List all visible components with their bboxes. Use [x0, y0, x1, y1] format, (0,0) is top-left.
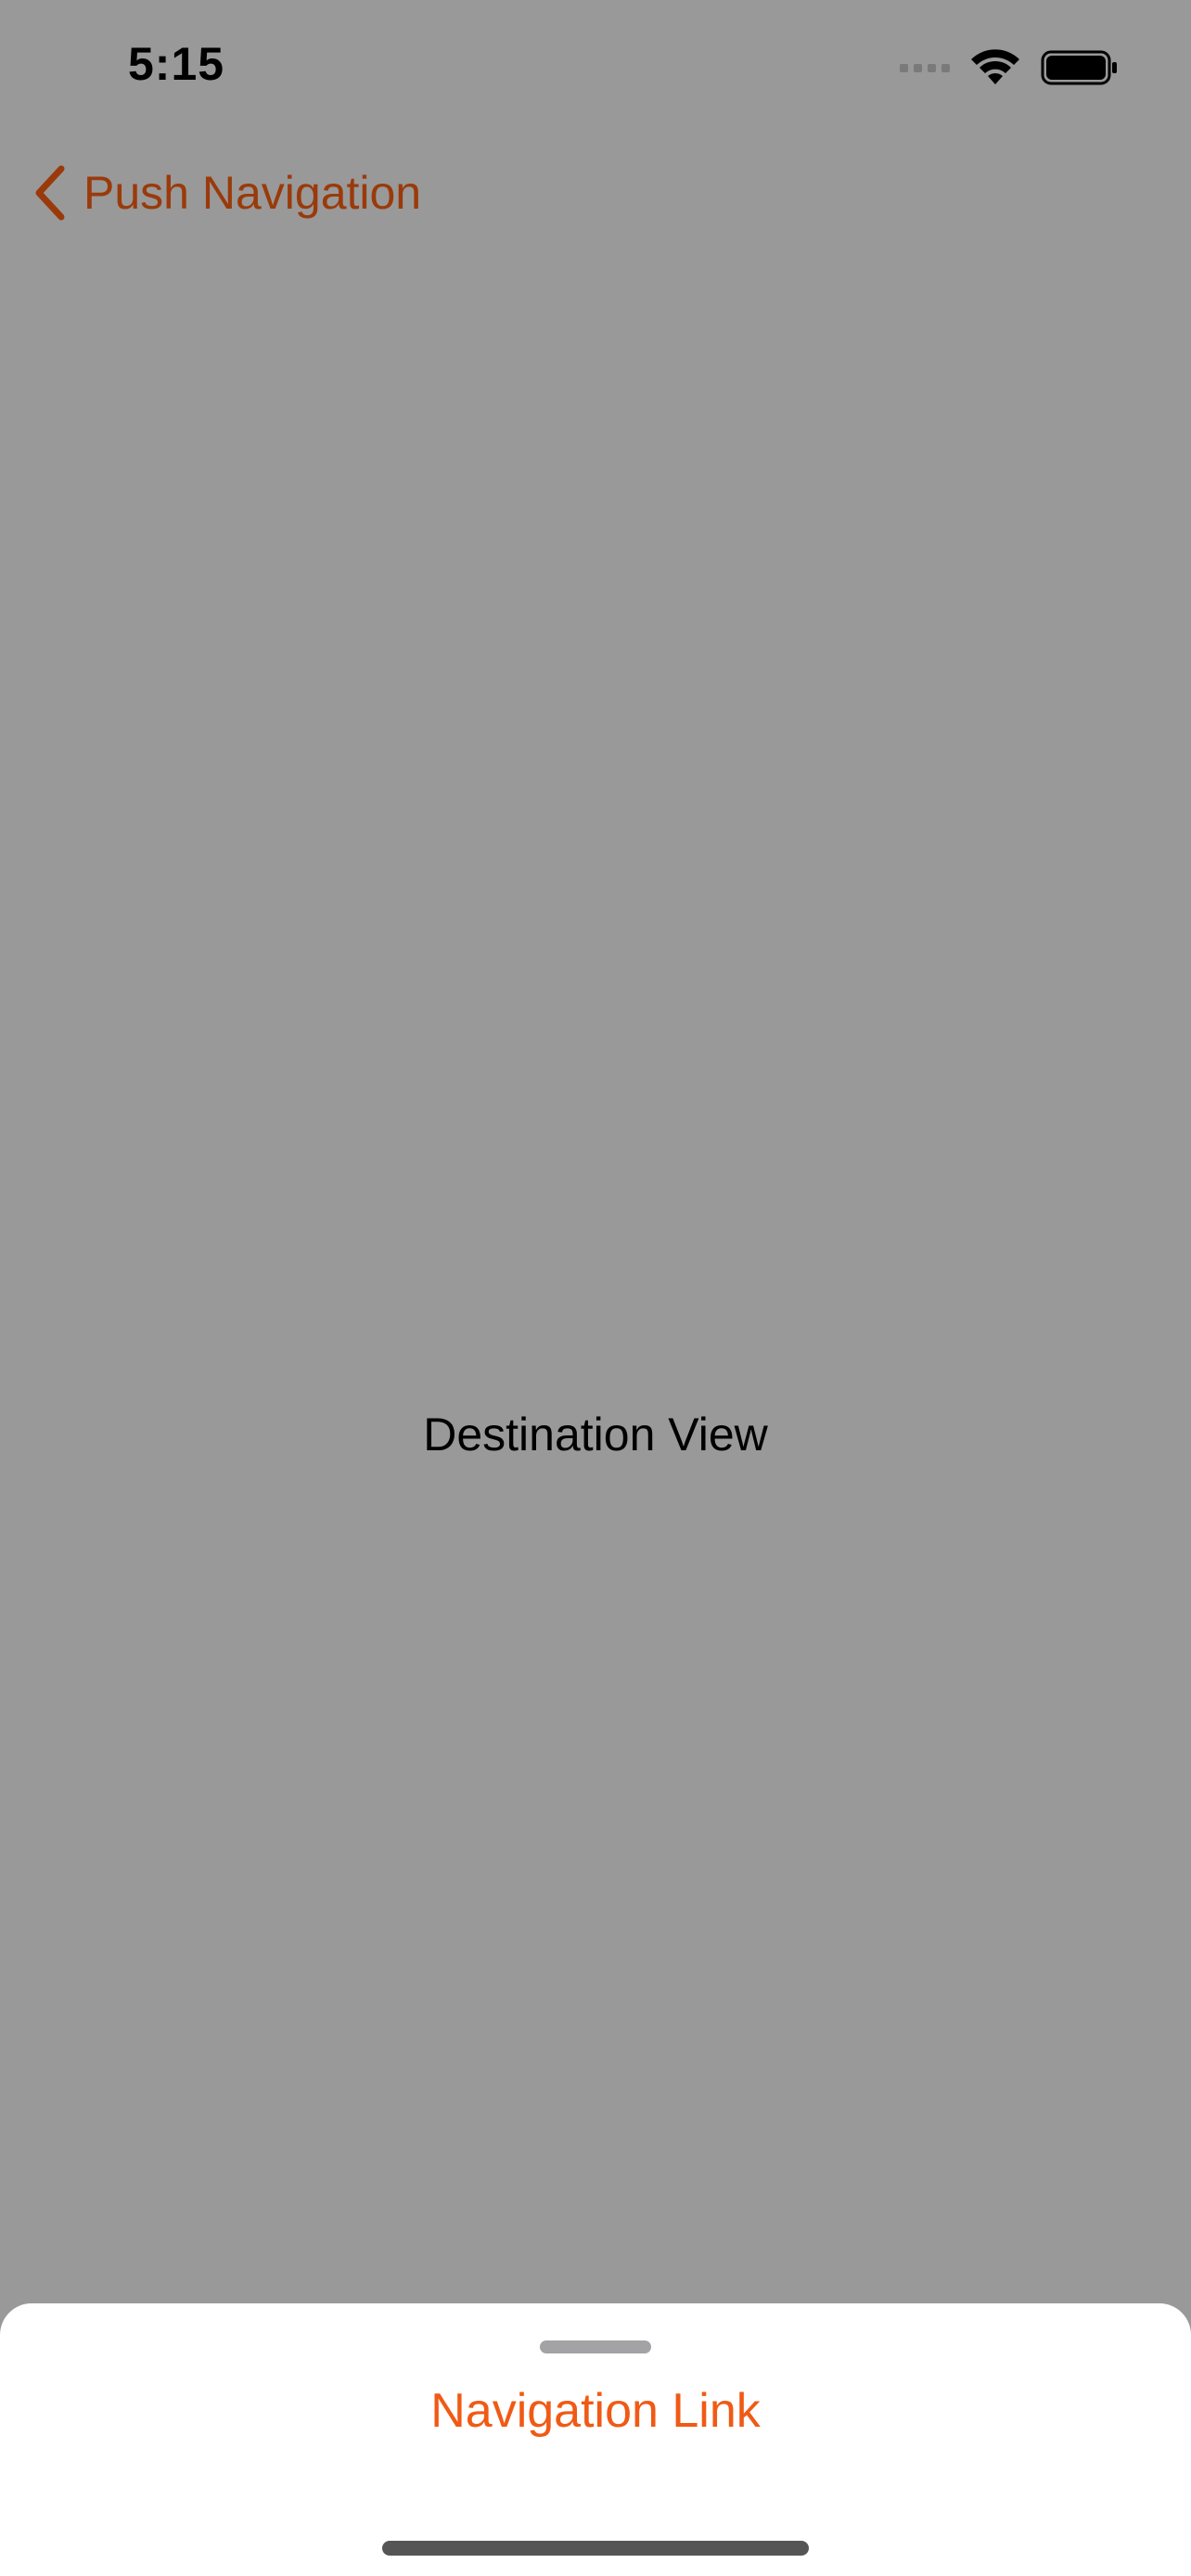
home-indicator[interactable] [382, 2541, 809, 2556]
cellular-signal-icon [900, 63, 950, 72]
navigation-link-button[interactable]: Navigation Link [0, 2383, 1191, 2439]
screen: 5:15 Push Navigation Destination View Na… [0, 0, 1191, 2576]
wifi-icon [971, 49, 1019, 84]
status-icons [900, 46, 1119, 89]
back-button[interactable]: Push Navigation [33, 148, 421, 237]
navigation-bar: Push Navigation [0, 148, 1191, 237]
sheet-grabber[interactable] [540, 2340, 651, 2353]
back-button-label: Push Navigation [83, 167, 422, 219]
destination-title: Destination View [423, 1409, 768, 1460]
bottom-sheet: Navigation Link [0, 2303, 1191, 2576]
status-time: 5:15 [128, 38, 225, 90]
battery-icon [1041, 50, 1117, 85]
status-bar: 5:15 [0, 0, 1191, 130]
chevron-left-icon [35, 165, 65, 221]
